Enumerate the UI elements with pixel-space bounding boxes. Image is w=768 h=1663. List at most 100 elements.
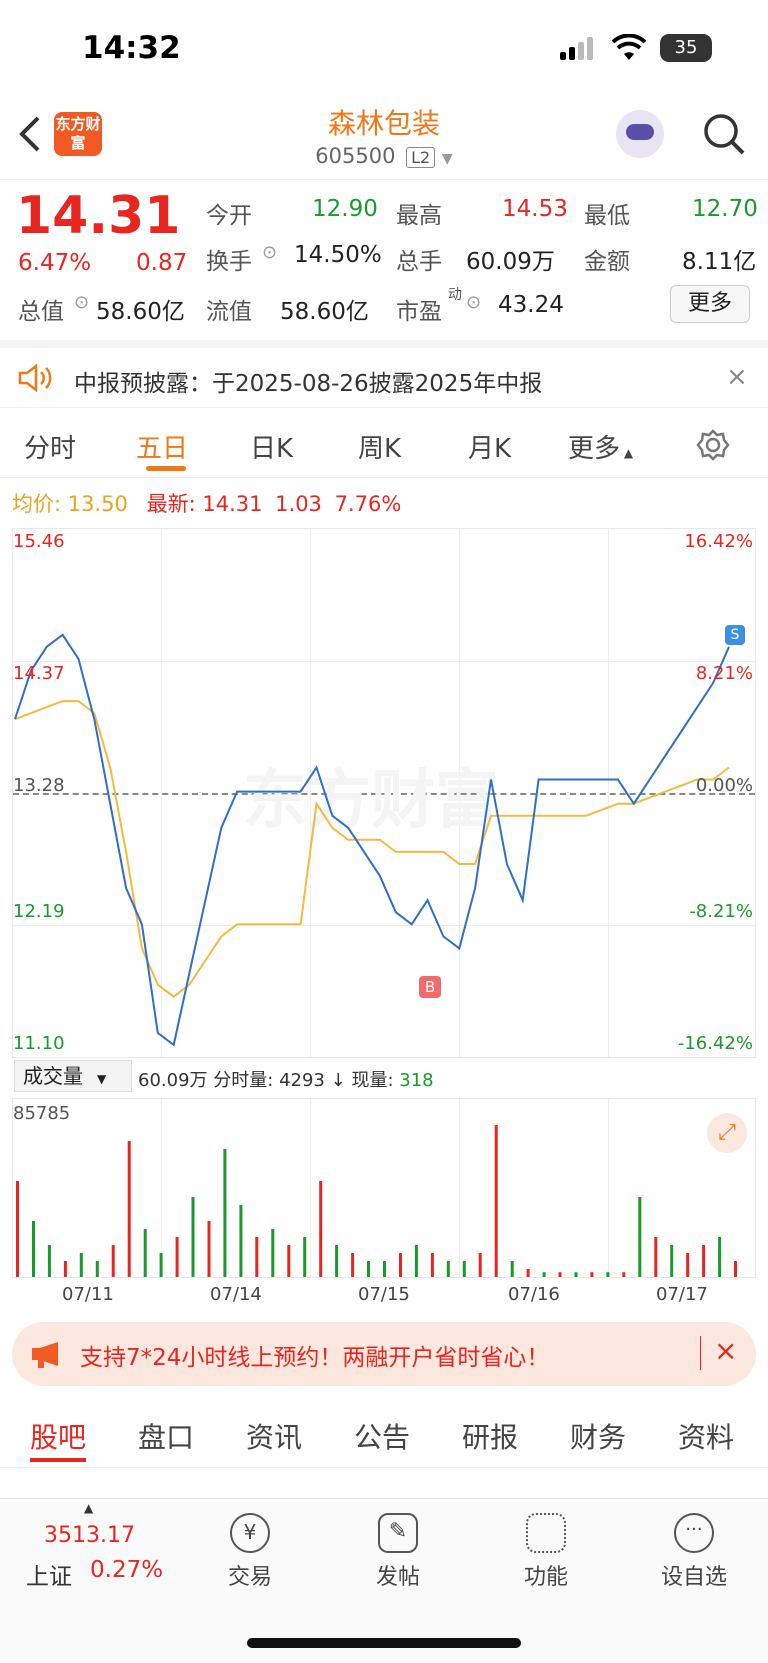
- notice-bar[interactable]: 中报预披露：于2025-08-26披露2025年中报 ×: [0, 340, 768, 408]
- volume-chart[interactable]: 85785 ⤢: [12, 1098, 756, 1278]
- function-button[interactable]: 功能: [496, 1513, 596, 1591]
- add-watchlist-button[interactable]: ··· 设自选: [644, 1513, 744, 1591]
- info-icon[interactable]: ⊙: [262, 242, 277, 263]
- tab-more-label: 更多: [568, 434, 621, 464]
- tab-announcement[interactable]: 公告: [354, 1416, 410, 1456]
- battery-icon: 35: [660, 34, 712, 62]
- volume-bar: [478, 1253, 482, 1277]
- volume-bar: [718, 1237, 722, 1277]
- yen-icon: ¥: [230, 1513, 270, 1553]
- volume-bar: [335, 1245, 339, 1277]
- latest-label: 最新:: [146, 492, 196, 516]
- quote-panel: 14.31 6.47% 0.87 总值 ⊙ 58.60亿 今开 12.90 最高…: [0, 180, 768, 340]
- bottom-tabs: 股吧 盘口 资讯 公告 研报 财务 资料: [0, 1398, 768, 1468]
- y-tick-left: 11.10: [13, 1033, 65, 1054]
- x-tick: 07/16: [508, 1284, 560, 1305]
- tab-monthly-k[interactable]: 月K: [468, 428, 511, 465]
- price-chart[interactable]: 东方财富 15.46 14.37 13.28 12.19 11.10 16.42…: [12, 528, 756, 1058]
- robot-avatar-icon[interactable]: [616, 110, 664, 158]
- pe-label: 市盈: [396, 299, 442, 325]
- price-lines: [14, 633, 730, 1047]
- chevron-down-icon: ▼: [97, 1072, 107, 1086]
- avg-label: 均价:: [12, 492, 62, 516]
- volume-bar: [654, 1237, 658, 1277]
- tab-intraday[interactable]: 分时: [24, 428, 76, 465]
- y-tick-left: 12.19: [13, 901, 65, 922]
- sell-marker[interactable]: S: [725, 625, 745, 645]
- volume-selector[interactable]: 成交量 ▼: [14, 1060, 132, 1092]
- volume-selector-label: 成交量: [23, 1064, 83, 1088]
- volume-info: 60.09万 分时量: 4293 ↓ 现量: 318: [138, 1066, 434, 1092]
- x-tick: 07/17: [656, 1284, 708, 1305]
- volume-bar: [319, 1181, 323, 1277]
- notice-text: 中报预披露：于2025-08-26披露2025年中报: [74, 371, 543, 397]
- volume-bar: [462, 1261, 466, 1277]
- volume-bar: [383, 1261, 386, 1277]
- index-value[interactable]: 3513.17: [44, 1523, 135, 1548]
- volume-bar: [239, 1205, 243, 1277]
- volume-bar: [686, 1253, 690, 1277]
- tab-weekly-k[interactable]: 周K: [358, 428, 401, 465]
- volume-bar: [159, 1253, 163, 1277]
- avg-value: 13.50: [67, 492, 128, 516]
- volume-bar: [638, 1197, 642, 1277]
- tab-news[interactable]: 资讯: [246, 1416, 302, 1456]
- low-label: 最低: [584, 203, 630, 229]
- volume-bar: [63, 1261, 67, 1277]
- y-tick-right: 16.42%: [684, 531, 753, 552]
- turnover-value: 14.50%: [294, 242, 382, 268]
- level-badge: L2: [406, 147, 436, 168]
- settings-gear-icon[interactable]: [696, 428, 730, 462]
- latest-chg: 1.03: [275, 492, 322, 516]
- tab-finance[interactable]: 财务: [570, 1416, 626, 1456]
- volume-bar: [175, 1237, 179, 1277]
- volume-bar: [271, 1229, 275, 1277]
- y-tick-left: 13.28: [13, 775, 65, 796]
- promo-banner[interactable]: 支持7*24小时线上预约！两融开户省时省心！ ×: [12, 1322, 756, 1386]
- tab-more[interactable]: 更多 ▲: [568, 428, 633, 465]
- speaker-icon: [18, 364, 52, 392]
- pe-value: 43.24: [498, 292, 564, 318]
- wifi-icon: [612, 34, 646, 60]
- caret-icon: ▲: [620, 446, 634, 460]
- volume-total: 60.09万: [138, 1070, 208, 1091]
- more-button[interactable]: 更多: [670, 285, 750, 323]
- volume-bar: [95, 1261, 99, 1277]
- tab-five-day[interactable]: 五日: [136, 428, 188, 465]
- volume-bar: [510, 1261, 514, 1277]
- volume-bar: [223, 1149, 227, 1277]
- x-tick: 07/11: [62, 1284, 114, 1305]
- volume-label: 总手: [396, 249, 442, 275]
- volume-bar: [494, 1125, 498, 1277]
- info-icon[interactable]: ⊙: [74, 292, 89, 313]
- close-icon[interactable]: ×: [726, 362, 748, 392]
- y-tick-right: 8.21%: [695, 663, 753, 684]
- tab-research[interactable]: 研报: [462, 1416, 518, 1456]
- trade-button[interactable]: ¥ 交易: [200, 1513, 300, 1591]
- volume-value: 60.09万: [466, 249, 555, 275]
- chart-info-row: 均价: 13.50 最新: 14.31 1.03 7.76%: [12, 488, 401, 518]
- post-button[interactable]: ✎ 发帖: [348, 1513, 448, 1591]
- volume-bar: [127, 1141, 131, 1277]
- volume-bars: [16, 1125, 737, 1277]
- volume-bar: [542, 1272, 546, 1277]
- tab-guba[interactable]: 股吧: [30, 1416, 86, 1456]
- close-icon[interactable]: ×: [714, 1334, 737, 1367]
- megaphone-icon: [32, 1342, 58, 1368]
- current-price: 14.31: [16, 186, 181, 246]
- info-icon[interactable]: ⊙: [466, 292, 481, 313]
- tab-profile[interactable]: 资料: [678, 1416, 734, 1456]
- y-tick-left: 15.46: [13, 531, 65, 552]
- more-dots-icon: ···: [674, 1513, 714, 1553]
- volume-bar: [367, 1261, 370, 1277]
- tab-daily-k[interactable]: 日K: [250, 428, 293, 465]
- status-bar: 14:32 35: [0, 0, 768, 96]
- volume-bar: [47, 1245, 51, 1277]
- index-pct: 0.27%: [90, 1557, 164, 1583]
- buy-marker[interactable]: B: [419, 976, 441, 998]
- volume-bar: [351, 1253, 355, 1277]
- grid-icon: [526, 1513, 566, 1553]
- search-icon[interactable]: [702, 112, 746, 156]
- tab-pankou[interactable]: 盘口: [138, 1416, 194, 1456]
- float-label: 流值: [206, 299, 252, 325]
